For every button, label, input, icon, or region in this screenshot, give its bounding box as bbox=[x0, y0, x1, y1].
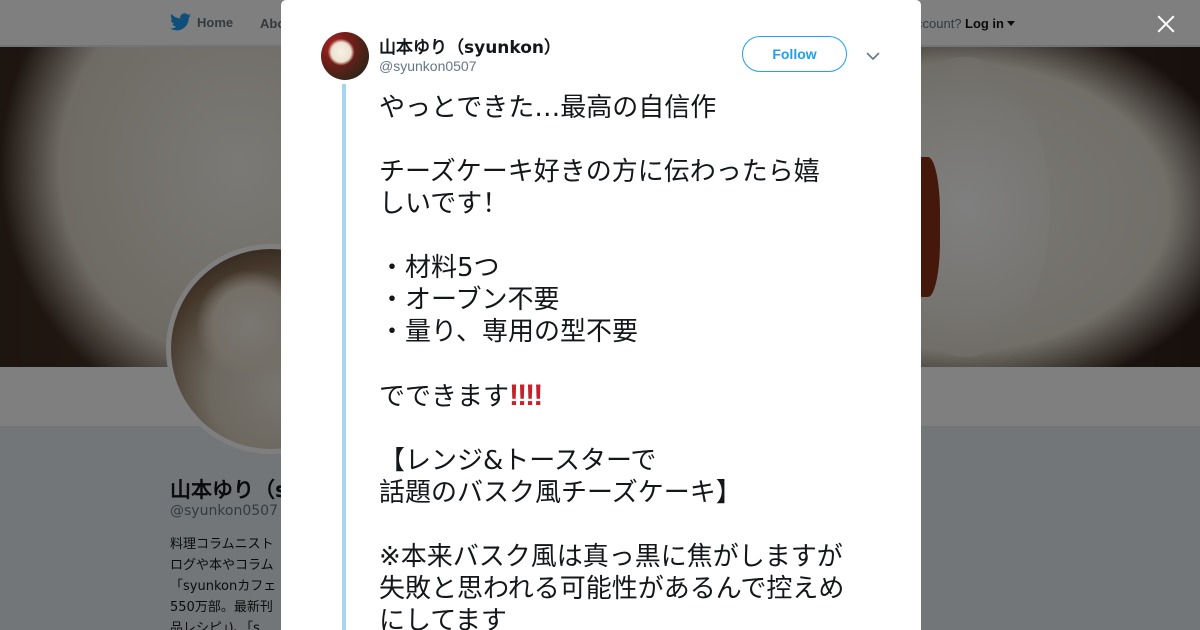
tweet-author-avatar[interactable] bbox=[321, 32, 369, 80]
tweet-line: 【レンジ&トースターで bbox=[379, 446, 657, 476]
chevron-down-icon[interactable] bbox=[866, 48, 880, 62]
close-icon[interactable] bbox=[1154, 12, 1178, 36]
tweet-line: ※本来バスク風は真っ黒に焦がしますが bbox=[379, 542, 843, 572]
tweet-line-text: でできます bbox=[379, 382, 510, 412]
double-exclamation-icon: ‼‼ bbox=[509, 379, 543, 412]
tweet-author-name[interactable]: 山本ゆり（syunkon） bbox=[379, 33, 561, 58]
tweet-text: やっとできた…最高の自信作 チーズケーキ好きの方に伝わったら嬉 しいです！ ・材… bbox=[379, 92, 889, 630]
tweet-line: ・材料5つ bbox=[379, 253, 500, 283]
tweet-line: しいです！ bbox=[379, 189, 509, 219]
tweet-line bbox=[379, 220, 889, 252]
tweet-line: ・オーブン不要 bbox=[379, 285, 560, 315]
tweet-line: 話題のバスク風チーズケーキ】 bbox=[379, 478, 742, 508]
tweet-line: にしてます bbox=[379, 606, 507, 630]
tweet-line bbox=[379, 348, 889, 380]
tweet-modal: 山本ゆり（syunkon） @syunkon0507 Follow やっとできた… bbox=[281, 0, 921, 630]
tweet-line bbox=[379, 413, 889, 445]
tweet-line: やっとできた…最高の自信作 bbox=[379, 93, 717, 123]
tweet-line bbox=[379, 124, 889, 156]
tweet-line: 失敗と思われる可能性があるんで控えめ bbox=[379, 574, 845, 604]
tweet-line-with-emoji: でできます‼‼ bbox=[379, 380, 889, 413]
thread-line bbox=[342, 84, 346, 630]
tweet-line: ・量り、専用の型不要 bbox=[379, 317, 638, 347]
tweet-author-handle[interactable]: @syunkon0507 bbox=[379, 58, 477, 74]
tweet-line: チーズケーキ好きの方に伝わったら嬉 bbox=[379, 157, 820, 187]
tweet-line bbox=[379, 509, 889, 541]
follow-button[interactable]: Follow bbox=[742, 36, 847, 72]
